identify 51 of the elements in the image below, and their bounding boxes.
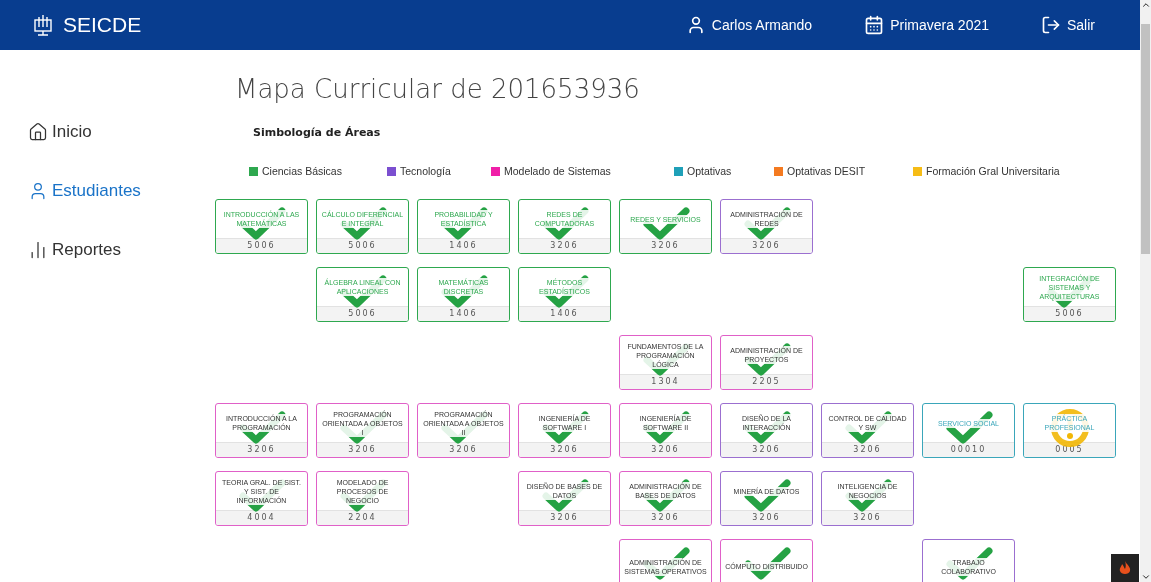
course-credits: 2205 — [721, 374, 812, 389]
logo-icon — [33, 14, 53, 36]
course-credits: 5006 — [216, 238, 307, 253]
course-credits: 5006 — [317, 306, 408, 321]
course-credits: 0005 — [1024, 442, 1115, 457]
course-credits: 3206 — [620, 442, 711, 457]
course-credits: 3206 — [216, 442, 307, 457]
sidebar-item[interactable]: Reportes — [0, 238, 195, 262]
term-link[interactable]: Primavera 2021 — [864, 15, 989, 35]
course-credits: 5006 — [1024, 306, 1115, 321]
home-icon — [28, 122, 48, 142]
course-credits: 2204 — [317, 510, 408, 525]
legend-label: Modelado de Sistemas — [504, 165, 611, 177]
logout-link[interactable]: Salir — [1041, 15, 1095, 35]
course-credits: 3206 — [317, 442, 408, 457]
course-credits: 3206 — [418, 442, 509, 457]
course-credits: 4004 — [216, 510, 307, 525]
user-link[interactable]: Carlos Armando — [685, 15, 813, 35]
legend-label: Ciencias Básicas — [262, 165, 342, 177]
course-credits: 1304 — [620, 374, 711, 389]
page-title: Mapa Curricular de 201653936 — [235, 74, 641, 104]
scroll-up-icon[interactable] — [1140, 0, 1151, 10]
course-credits: 3206 — [721, 510, 812, 525]
course-credits: 3206 — [822, 510, 913, 525]
course-credits: 1406 — [519, 306, 610, 321]
legend-label: Tecnología — [400, 165, 451, 177]
course-credits: 00010 — [923, 442, 1014, 457]
course-credits: 1406 — [418, 238, 509, 253]
calendar-icon — [864, 15, 885, 35]
course-credits: 3206 — [519, 238, 610, 253]
legend-title: Simbología de Áreas — [253, 126, 382, 139]
legend-label: Optativas DESIT — [787, 165, 866, 177]
legend-label: Formación Gral Universitaria — [926, 165, 1060, 177]
course-credits: 3206 — [822, 442, 913, 457]
flame-icon — [1118, 560, 1132, 576]
logout-icon — [1041, 15, 1061, 35]
sidebar-item[interactable]: Inicio — [0, 120, 195, 144]
course-credits: 3206 — [620, 238, 711, 253]
course-credits: 5006 — [317, 238, 408, 253]
course-credits: 3206 — [620, 510, 711, 525]
scrollbar[interactable] — [1140, 0, 1151, 582]
floating-widget[interactable] — [1111, 554, 1139, 582]
legend-label: Optativas — [687, 165, 732, 177]
course-credits: 3206 — [519, 442, 610, 457]
scroll-down-icon[interactable] — [1140, 572, 1151, 582]
brand-name: SEICDE — [63, 13, 142, 37]
course-credits: 3206 — [721, 238, 812, 253]
sidebar-item[interactable]: Estudiantes — [0, 179, 195, 203]
course-credits: 1406 — [418, 306, 509, 321]
course-credits: 3206 — [721, 442, 812, 457]
course-credits: 3206 — [519, 510, 610, 525]
